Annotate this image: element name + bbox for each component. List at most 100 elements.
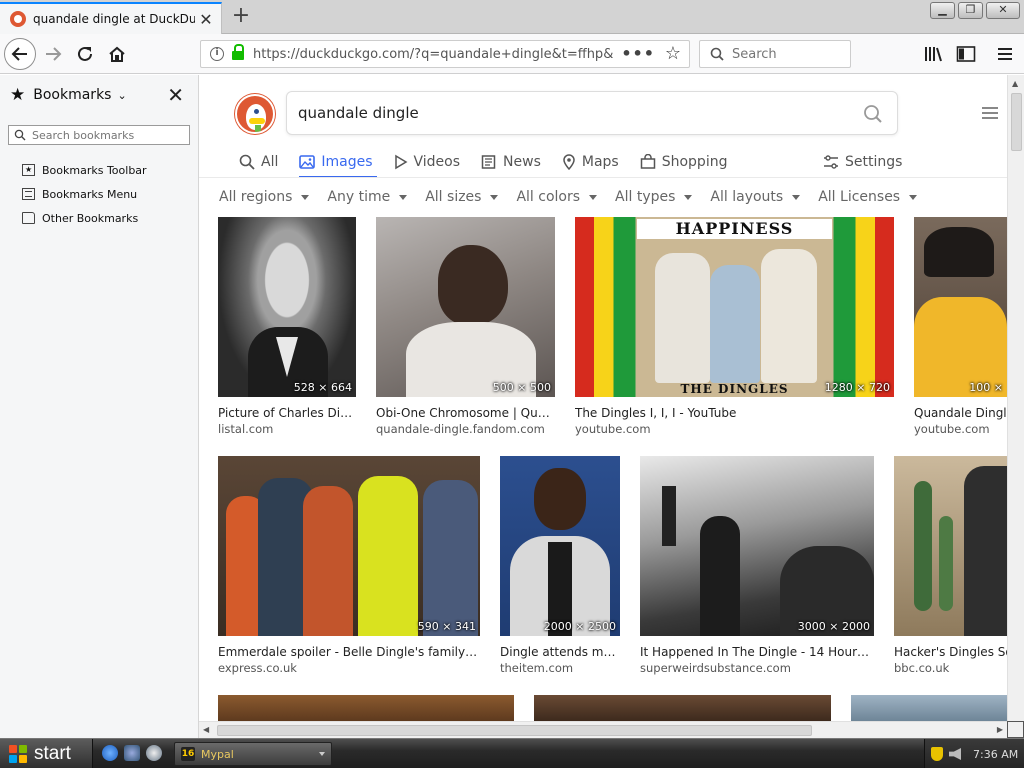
bookmark-folder-menu[interactable]: Bookmarks Menu bbox=[22, 182, 147, 206]
caret-down-icon bbox=[301, 194, 310, 200]
result-caption[interactable]: Quandale Dingle bbox=[914, 406, 1007, 420]
page-actions-icon[interactable]: ••• bbox=[621, 44, 655, 63]
internet-explorer-icon[interactable] bbox=[102, 745, 118, 761]
url-text[interactable]: https://duckduckgo.com/?q=quandale+dingl… bbox=[253, 47, 613, 62]
image-result[interactable]: 590 × 341 Emmerdale spoiler - Belle Ding… bbox=[218, 456, 480, 676]
address-bar[interactable]: i https://duckduckgo.com/?q=quandale+din… bbox=[200, 40, 690, 68]
back-button[interactable] bbox=[4, 38, 36, 70]
tab-videos[interactable]: Videos bbox=[394, 147, 460, 177]
vertical-scrollbar[interactable]: ▲ bbox=[1007, 75, 1024, 721]
start-button[interactable]: start bbox=[0, 739, 93, 768]
shopping-bag-icon bbox=[640, 154, 656, 170]
scroll-left-icon[interactable]: ◀ bbox=[203, 725, 209, 734]
result-source[interactable]: express.co.uk bbox=[218, 661, 480, 675]
email-icon[interactable] bbox=[124, 745, 140, 761]
search-query[interactable]: quandale dingle bbox=[298, 104, 419, 122]
image-result[interactable] bbox=[218, 695, 514, 721]
image-result[interactable]: HAPPINESS THE DINGLES 1280 × 720 The Din… bbox=[575, 217, 894, 437]
result-caption[interactable]: It Happened In The Dingle - 14 Hours In … bbox=[640, 645, 874, 659]
new-tab-icon[interactable]: + bbox=[230, 4, 252, 28]
result-source[interactable]: listal.com bbox=[218, 422, 356, 436]
scroll-right-icon[interactable]: ▶ bbox=[997, 725, 1003, 734]
sidebar-header[interactable]: ★ Bookmarks ⌄ bbox=[10, 85, 127, 105]
volume-icon[interactable] bbox=[949, 748, 961, 760]
result-thumbnail[interactable] bbox=[894, 456, 1007, 636]
filter-type[interactable]: All types bbox=[615, 189, 693, 205]
search-submit-icon[interactable] bbox=[863, 104, 883, 128]
bookmark-folder-other[interactable]: Other Bookmarks bbox=[22, 206, 147, 230]
minimize-icon[interactable]: ▁ bbox=[930, 2, 955, 19]
image-result[interactable]: 2000 × 2500 Dingle attends mus... theite… bbox=[500, 456, 620, 676]
bookmarks-search-box[interactable] bbox=[8, 125, 190, 145]
security-shield-icon[interactable] bbox=[931, 747, 943, 761]
filter-region[interactable]: All regions bbox=[219, 189, 310, 205]
taskbar-item-mypal[interactable]: 16 Mypal bbox=[174, 742, 332, 766]
reload-button[interactable] bbox=[70, 39, 100, 69]
browser-tab[interactable]: quandale dingle at DuckDuckGo ✕ bbox=[0, 2, 222, 34]
vertical-scroll-thumb[interactable] bbox=[1011, 93, 1022, 151]
filter-license[interactable]: All Licenses bbox=[818, 189, 918, 205]
image-dimensions: 528 × 664 bbox=[293, 381, 352, 394]
result-thumbnail[interactable] bbox=[218, 217, 356, 397]
library-icon[interactable] bbox=[924, 44, 944, 64]
result-source[interactable]: superweirdsubstance.com bbox=[640, 661, 874, 675]
site-info-icon[interactable]: i bbox=[210, 47, 224, 61]
result-source[interactable]: theitem.com bbox=[500, 661, 620, 675]
tab-news[interactable]: News bbox=[481, 147, 541, 177]
bookmarks-search-input[interactable] bbox=[32, 128, 182, 142]
result-source[interactable]: quandale-dingle.fandom.com bbox=[376, 422, 555, 436]
result-source[interactable]: youtube.com bbox=[575, 422, 894, 436]
result-thumbnail[interactable] bbox=[218, 456, 480, 636]
result-thumbnail[interactable] bbox=[640, 456, 874, 636]
media-player-icon[interactable] bbox=[146, 745, 162, 761]
filter-time[interactable]: Any time bbox=[327, 189, 408, 205]
result-thumbnail[interactable] bbox=[914, 217, 1007, 397]
page-menu-icon[interactable] bbox=[982, 107, 998, 119]
settings-button[interactable]: Settings bbox=[823, 147, 902, 177]
result-source[interactable]: bbc.co.uk bbox=[894, 661, 1007, 675]
image-result[interactable] bbox=[851, 695, 1007, 721]
bookmark-folder-toolbar[interactable]: ★ Bookmarks Toolbar bbox=[22, 158, 147, 182]
duckduckgo-logo[interactable] bbox=[235, 94, 275, 134]
window-close-icon[interactable]: ✕ bbox=[986, 2, 1020, 19]
image-result[interactable] bbox=[534, 695, 831, 721]
result-caption[interactable]: Hacker's Dingles So bbox=[894, 645, 1007, 659]
result-caption[interactable]: Emmerdale spoiler - Belle Dingle's famil… bbox=[218, 645, 480, 659]
tab-images[interactable]: Images bbox=[299, 147, 377, 178]
result-caption[interactable]: Dingle attends mus... bbox=[500, 645, 620, 659]
result-caption[interactable]: Obi-One Chromosome | Quan... bbox=[376, 406, 555, 420]
result-caption[interactable]: The Dingles I, I, I - YouTube bbox=[575, 406, 894, 420]
image-result[interactable]: Hacker's Dingles So bbc.co.uk bbox=[894, 456, 1007, 676]
result-thumbnail[interactable] bbox=[500, 456, 620, 636]
horizontal-scrollbar[interactable]: ◀ ▶ bbox=[199, 721, 1007, 738]
bookmark-star-icon[interactable]: ☆ bbox=[665, 43, 681, 64]
tab-shopping[interactable]: Shopping bbox=[640, 147, 727, 177]
forward-button[interactable] bbox=[38, 39, 68, 69]
result-source[interactable]: youtube.com bbox=[914, 422, 1007, 436]
image-result[interactable]: 528 × 664 Picture of Charles Din... list… bbox=[218, 217, 356, 437]
sidebar-close-icon[interactable]: ✕ bbox=[167, 83, 184, 107]
filter-layout[interactable]: All layouts bbox=[710, 189, 801, 205]
mypal-app-icon: 16 bbox=[181, 747, 195, 761]
filter-color[interactable]: All colors bbox=[516, 189, 598, 205]
search-icon bbox=[710, 47, 724, 61]
query-search-box[interactable]: quandale dingle bbox=[286, 91, 898, 135]
result-thumbnail[interactable] bbox=[376, 217, 555, 397]
tab-maps[interactable]: Maps bbox=[562, 147, 619, 177]
home-button[interactable] bbox=[102, 39, 132, 69]
tab-close-icon[interactable]: ✕ bbox=[197, 10, 215, 29]
result-thumbnail[interactable]: HAPPINESS THE DINGLES bbox=[575, 217, 894, 397]
image-result[interactable]: 3000 × 2000 It Happened In The Dingle - … bbox=[640, 456, 874, 676]
scroll-up-icon[interactable]: ▲ bbox=[1012, 79, 1018, 88]
browser-search-input[interactable] bbox=[732, 46, 842, 62]
tab-all[interactable]: All bbox=[239, 147, 278, 177]
result-caption[interactable]: Picture of Charles Din... bbox=[218, 406, 356, 420]
maximize-icon[interactable]: ❐ bbox=[958, 2, 983, 19]
horizontal-scroll-thumb[interactable] bbox=[217, 725, 812, 736]
image-result[interactable]: 500 × 500 Obi-One Chromosome | Quan... q… bbox=[376, 217, 555, 437]
sidebar-toggle-icon[interactable] bbox=[956, 44, 976, 64]
menu-hamburger-icon[interactable] bbox=[995, 44, 1015, 64]
filter-size[interactable]: All sizes bbox=[425, 189, 499, 205]
image-result[interactable]: 100 × Quandale Dingle youtube.com bbox=[914, 217, 1007, 437]
browser-search-box[interactable] bbox=[699, 40, 851, 68]
